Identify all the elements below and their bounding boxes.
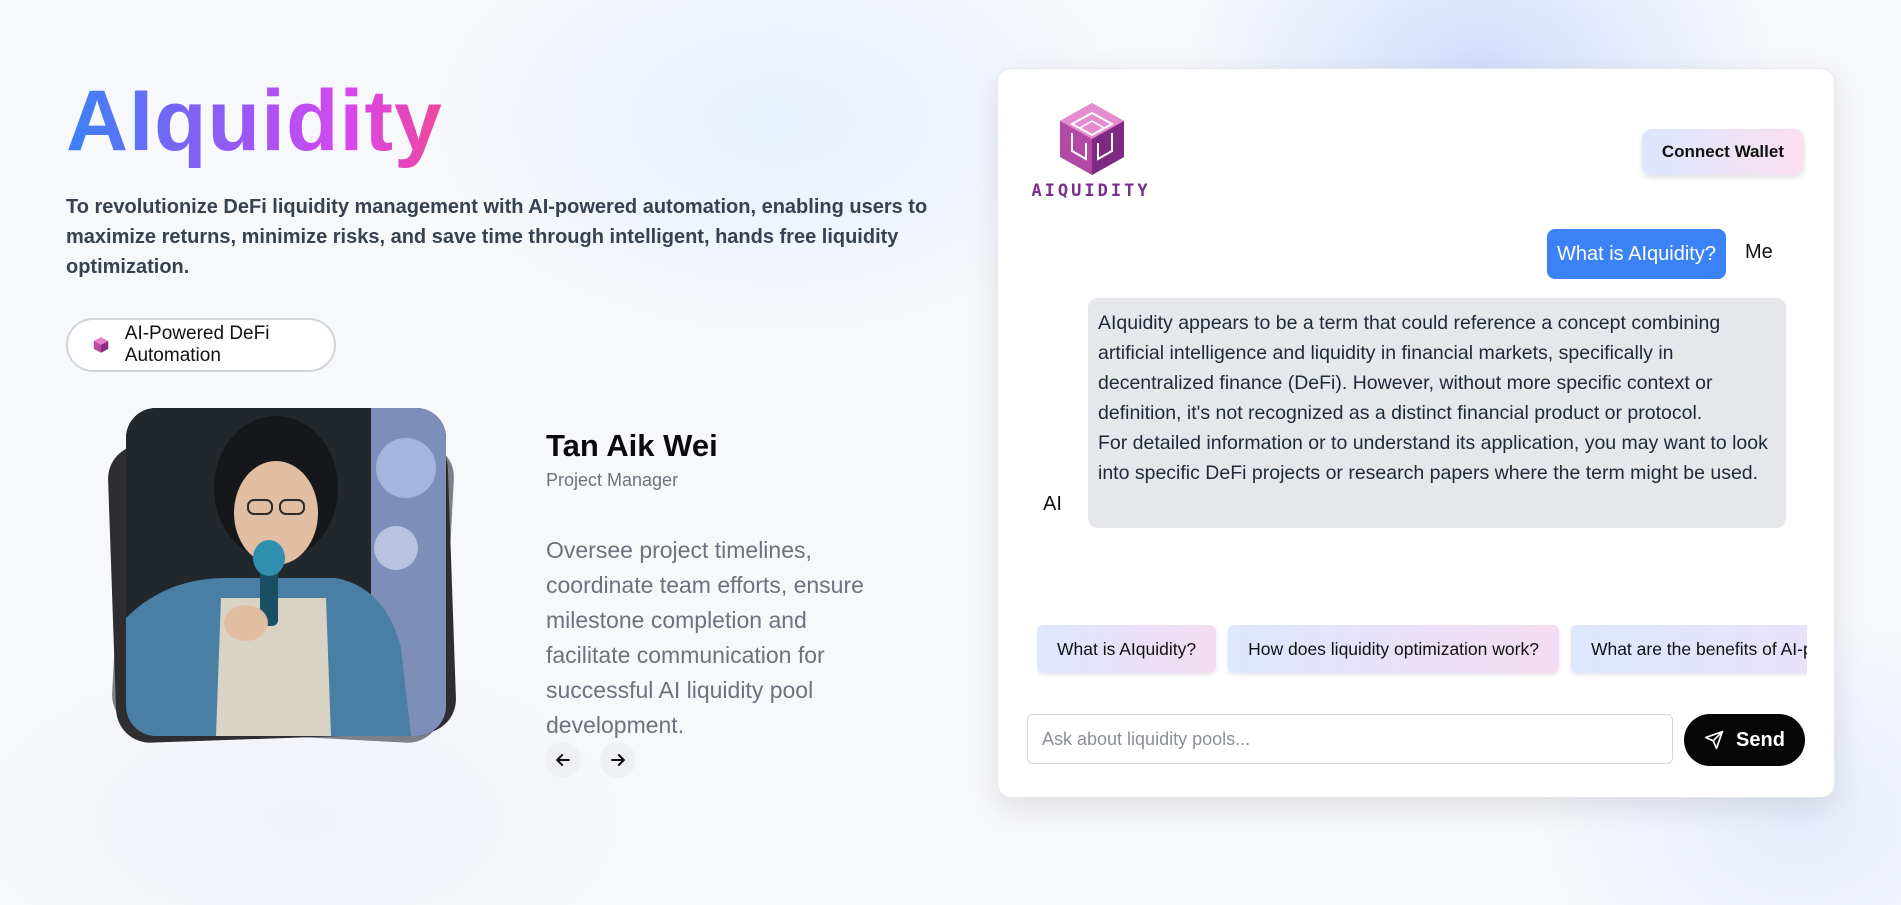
team-member-photo bbox=[126, 408, 446, 736]
suggestion-chip[interactable]: What is AIquidity? bbox=[1037, 625, 1217, 673]
send-label: Send bbox=[1736, 728, 1785, 751]
user-message-bubble: What is AIquidity? bbox=[1547, 229, 1726, 279]
aiquidity-logo: AIQUIDITY bbox=[1031, 101, 1151, 201]
team-member-role: Project Manager bbox=[546, 470, 679, 490]
connect-wallet-button[interactable]: Connect Wallet bbox=[1641, 129, 1804, 175]
logo-wordmark: AIQUIDITY bbox=[1031, 181, 1151, 201]
ai-message-paragraph: For detailed information or to understan… bbox=[1098, 432, 1768, 484]
ai-message-paragraph: AIquidity appears to be a term that coul… bbox=[1098, 312, 1721, 424]
suggestion-chip[interactable]: How does liquidity optimization work? bbox=[1228, 625, 1559, 673]
mini-logo-icon bbox=[92, 334, 111, 356]
send-button[interactable]: Send bbox=[1684, 714, 1805, 766]
mission-statement: To revolutionize DeFi liquidity manageme… bbox=[66, 196, 928, 278]
paper-plane-icon bbox=[1704, 730, 1724, 750]
user-sender-label: Me bbox=[1745, 241, 1773, 263]
carousel-prev-button[interactable] bbox=[545, 742, 581, 778]
team-photo-stack bbox=[106, 406, 458, 745]
chat-input[interactable] bbox=[1027, 714, 1673, 764]
team-member-description: Oversee project timelines, coordinate te… bbox=[546, 537, 864, 738]
cube-logo-icon bbox=[1060, 103, 1124, 175]
brand-title: AIquidity bbox=[66, 66, 443, 176]
badge-label: AI-Powered DeFi Automation bbox=[124, 323, 270, 366]
chat-panel: AIQUIDITY Connect Wallet What is AIquidi… bbox=[997, 68, 1835, 798]
team-member-name: Tan Aik Wei bbox=[546, 428, 718, 463]
ai-message-bubble: AIquidity appears to be a term that coul… bbox=[1088, 298, 1786, 528]
carousel-next-button[interactable] bbox=[600, 742, 636, 778]
arrow-right-icon bbox=[611, 754, 625, 766]
suggested-questions: What is AIquidity? How does liquidity op… bbox=[1037, 625, 1807, 677]
ai-automation-badge[interactable]: AI-Powered DeFi Automation bbox=[66, 318, 336, 372]
ai-sender-label: AI bbox=[1043, 493, 1062, 515]
arrow-left-icon bbox=[556, 754, 570, 766]
suggestion-chip[interactable]: What are the benefits of AI-powered liqu… bbox=[1570, 625, 1807, 673]
